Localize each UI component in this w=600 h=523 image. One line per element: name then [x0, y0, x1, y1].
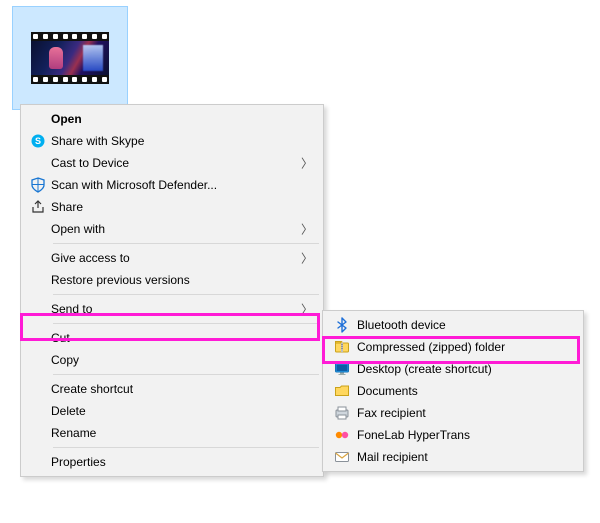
context-menu: Open S Share with Skype Cast to Device 〉… — [20, 104, 324, 477]
zip-icon — [327, 339, 357, 355]
svg-text:S: S — [35, 136, 41, 146]
chevron-right-icon: 〉 — [301, 155, 313, 172]
separator — [53, 323, 319, 324]
desktop-icon — [327, 361, 357, 377]
menu-properties-label: Properties — [51, 455, 299, 469]
sendto-desktop-label: Desktop (create shortcut) — [357, 362, 559, 376]
bluetooth-icon — [327, 317, 357, 333]
menu-properties[interactable]: Properties — [23, 451, 321, 473]
sendto-zip-label: Compressed (zipped) folder — [357, 340, 559, 354]
menu-open-with-label: Open with — [51, 222, 299, 236]
menu-rename-label: Rename — [51, 426, 299, 440]
menu-open[interactable]: Open — [23, 108, 321, 130]
send-to-submenu: Bluetooth device Compressed (zipped) fol… — [322, 310, 584, 472]
sendto-fax[interactable]: Fax recipient — [325, 402, 581, 424]
menu-open-with[interactable]: Open with 〉 — [23, 218, 321, 240]
separator — [53, 243, 319, 244]
mail-icon — [327, 449, 357, 465]
chevron-right-icon: 〉 — [301, 250, 313, 267]
menu-share[interactable]: Share — [23, 196, 321, 218]
menu-delete-label: Delete — [51, 404, 299, 418]
menu-share-skype[interactable]: S Share with Skype — [23, 130, 321, 152]
separator — [53, 447, 319, 448]
menu-share-skype-label: Share with Skype — [51, 134, 299, 148]
fax-icon — [327, 405, 357, 421]
sendto-mail[interactable]: Mail recipient — [325, 446, 581, 468]
sendto-fonelab-label: FoneLab HyperTrans — [357, 428, 559, 442]
menu-defender-label: Scan with Microsoft Defender... — [51, 178, 299, 192]
sendto-bluetooth[interactable]: Bluetooth device — [325, 314, 581, 336]
menu-restore-previous[interactable]: Restore previous versions — [23, 269, 321, 291]
folder-icon — [327, 383, 357, 399]
menu-cut[interactable]: Cut — [23, 327, 321, 349]
sendto-fonelab[interactable]: FoneLab HyperTrans — [325, 424, 581, 446]
fonelab-icon — [327, 427, 357, 443]
separator — [53, 294, 319, 295]
menu-create-shortcut-label: Create shortcut — [51, 382, 299, 396]
menu-give-access-label: Give access to — [51, 251, 299, 265]
skype-icon: S — [25, 133, 51, 149]
menu-restore-previous-label: Restore previous versions — [51, 273, 299, 287]
menu-give-access[interactable]: Give access to 〉 — [23, 247, 321, 269]
sendto-mail-label: Mail recipient — [357, 450, 559, 464]
chevron-right-icon: 〉 — [301, 221, 313, 238]
menu-copy-label: Copy — [51, 353, 299, 367]
menu-rename[interactable]: Rename — [23, 422, 321, 444]
film-strip-icon — [31, 32, 109, 84]
menu-open-label: Open — [51, 112, 299, 126]
menu-create-shortcut[interactable]: Create shortcut — [23, 378, 321, 400]
shield-icon — [25, 177, 51, 193]
sendto-bluetooth-label: Bluetooth device — [357, 318, 559, 332]
menu-share-label: Share — [51, 200, 299, 214]
menu-cast[interactable]: Cast to Device 〉 — [23, 152, 321, 174]
menu-cut-label: Cut — [51, 331, 299, 345]
separator — [53, 374, 319, 375]
menu-copy[interactable]: Copy — [23, 349, 321, 371]
share-icon — [25, 199, 51, 215]
menu-defender[interactable]: Scan with Microsoft Defender... — [23, 174, 321, 196]
menu-send-to[interactable]: Send to 〉 — [23, 298, 321, 320]
sendto-documents-label: Documents — [357, 384, 559, 398]
menu-cast-label: Cast to Device — [51, 156, 299, 170]
sendto-documents[interactable]: Documents — [325, 380, 581, 402]
menu-delete[interactable]: Delete — [23, 400, 321, 422]
menu-send-to-label: Send to — [51, 302, 299, 316]
sendto-desktop[interactable]: Desktop (create shortcut) — [325, 358, 581, 380]
sendto-fax-label: Fax recipient — [357, 406, 559, 420]
chevron-right-icon: 〉 — [301, 301, 313, 318]
sendto-zip[interactable]: Compressed (zipped) folder — [325, 336, 581, 358]
video-file-thumbnail[interactable] — [12, 6, 128, 110]
